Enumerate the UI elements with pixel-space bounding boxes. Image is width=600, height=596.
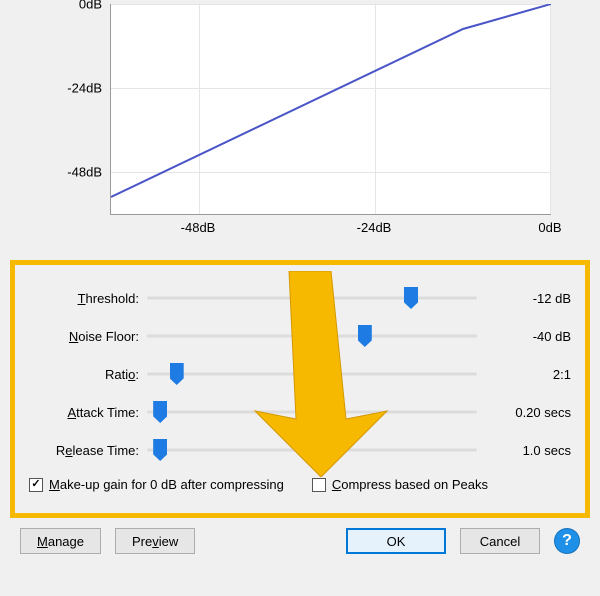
ratio-label: Ratio: [29,367,147,382]
chart-y-tick-1: -24dB [42,81,102,96]
release-time-slider[interactable] [147,440,477,460]
release-time-row: Release Time: 1.0 secs [29,431,571,469]
noise-floor-label: Noise Floor: [29,329,147,344]
noise-floor-row: Noise Floor: -40 dB [29,317,571,355]
attack-time-value: 0.20 secs [477,405,571,420]
chart-x-tick-0: -48dB [181,220,216,235]
threshold-slider[interactable] [147,288,477,308]
threshold-row: Threshold: -12 dB [29,279,571,317]
ratio-slider-thumb[interactable] [170,363,184,385]
makeup-gain-checkbox[interactable]: Make-up gain for 0 dB after compressing [29,477,284,492]
preview-button[interactable]: Preview [115,528,195,554]
ratio-row: Ratio: 2:1 [29,355,571,393]
noise-floor-value: -40 dB [477,329,571,344]
manage-button[interactable]: Manage [20,528,101,554]
attack-time-slider[interactable] [147,402,477,422]
release-time-slider-thumb[interactable] [153,439,167,461]
checkbox-unchecked-icon [312,478,326,492]
compression-curve-chart: 0dB -24dB -48dB -48dB -24dB 0dB [20,4,580,252]
threshold-slider-thumb[interactable] [404,287,418,309]
release-time-value: 1.0 secs [477,443,571,458]
cancel-button[interactable]: Cancel [460,528,540,554]
chart-y-tick-2: -48dB [42,165,102,180]
threshold-label: Threshold: [29,291,147,306]
noise-floor-slider[interactable] [147,326,477,346]
checkbox-checked-icon [29,478,43,492]
compress-peaks-checkbox[interactable]: Compress based on Peaks [312,477,488,492]
compress-peaks-label: Compress based on Peaks [332,477,488,492]
dialog-button-row: Manage Preview OK Cancel ? [20,528,580,554]
threshold-value: -12 dB [477,291,571,306]
attack-time-label: Attack Time: [29,405,147,420]
makeup-gain-label: Make-up gain for 0 dB after compressing [49,477,284,492]
chart-y-tick-0: 0dB [42,0,102,12]
ratio-value: 2:1 [477,367,571,382]
help-button[interactable]: ? [554,528,580,554]
noise-floor-slider-thumb[interactable] [358,325,372,347]
attack-time-row: Attack Time: 0.20 secs [29,393,571,431]
ratio-slider[interactable] [147,364,477,384]
ok-button[interactable]: OK [346,528,446,554]
chart-x-tick-2: 0dB [538,220,561,235]
release-time-label: Release Time: [29,443,147,458]
controls-panel: Threshold: -12 dB Noise Floor: -40 dB Ra… [10,260,590,518]
attack-time-slider-thumb[interactable] [153,401,167,423]
chart-x-tick-1: -24dB [357,220,392,235]
